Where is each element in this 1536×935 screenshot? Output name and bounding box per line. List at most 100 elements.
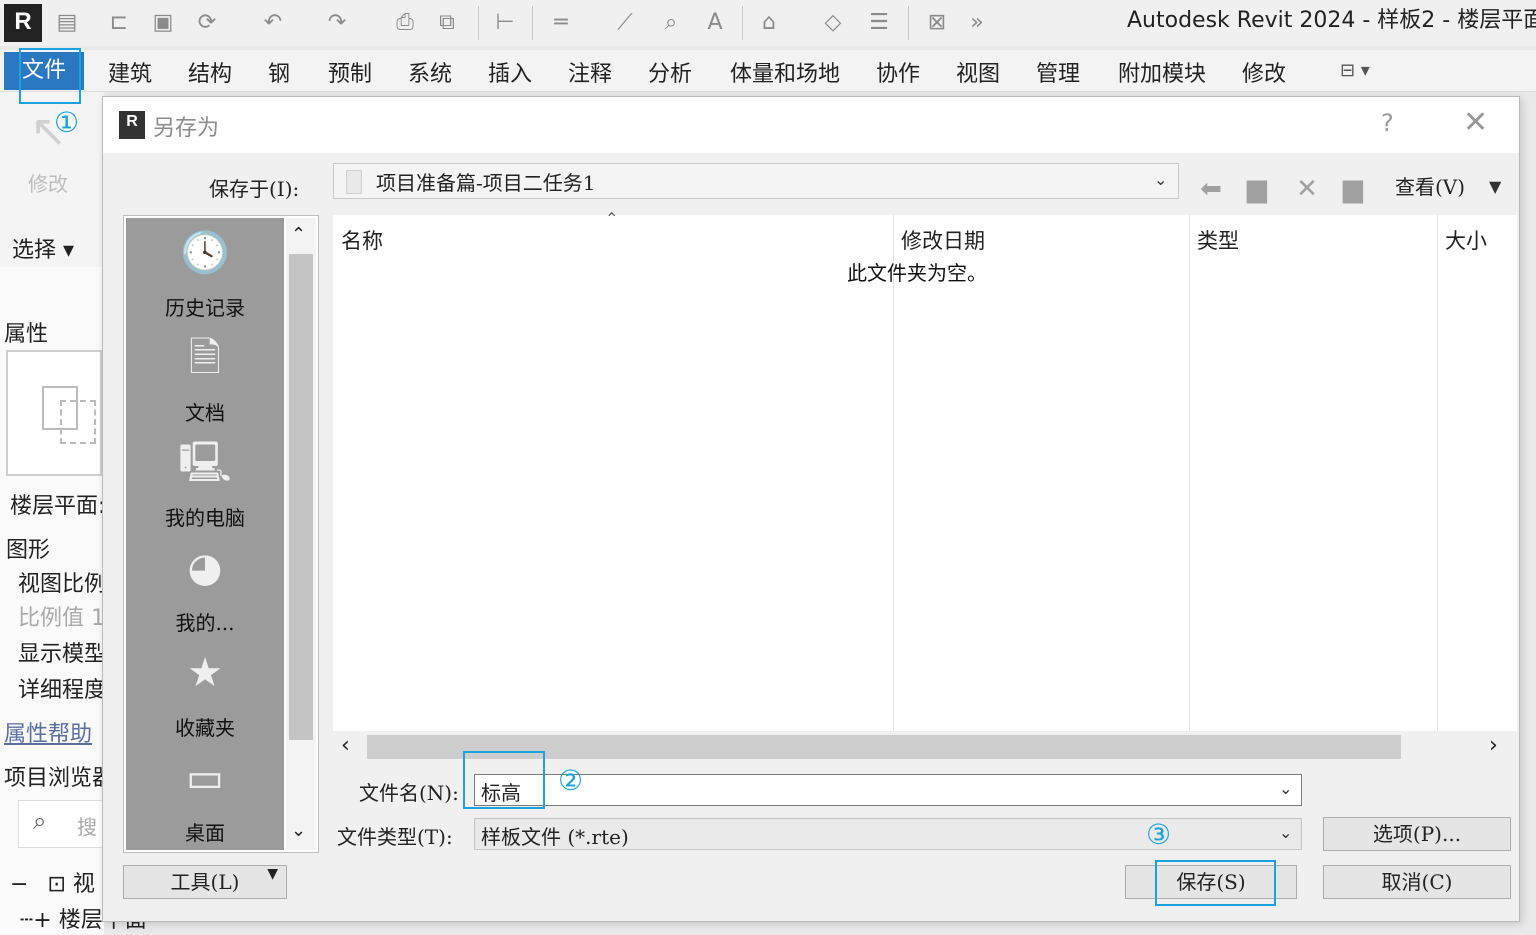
place-my-computer[interactable]: 🖳 我的电脑 xyxy=(126,428,284,533)
view-scale-row[interactable]: 视图比例 xyxy=(18,566,106,598)
folder-icon xyxy=(346,170,362,194)
filetype-dropdown[interactable]: 样板文件 (*.rte) ⌄ xyxy=(474,818,1302,850)
display-model-row[interactable]: 显示模型 xyxy=(18,636,106,668)
up-folder-icon[interactable]: ▆ xyxy=(1239,171,1275,207)
section-icon[interactable]: ◇ xyxy=(818,8,848,38)
tab-architecture[interactable]: 建筑 xyxy=(108,56,152,88)
toolbar-divider xyxy=(908,6,909,40)
select-dropdown[interactable]: 选择 ▾ xyxy=(12,232,74,264)
home-icon[interactable]: ▤ xyxy=(52,8,82,38)
help-icon[interactable]: ? xyxy=(1381,109,1394,137)
place-favorites[interactable]: ★ 收藏夹 xyxy=(126,638,284,743)
export-icon[interactable]: ⧉ xyxy=(432,8,462,38)
3d-view-icon[interactable]: ⌂ xyxy=(754,8,784,38)
highlight-box-1 xyxy=(19,48,81,104)
scroll-up-icon[interactable]: ⌃ xyxy=(291,224,306,245)
scroll-left-icon[interactable]: ‹ xyxy=(341,733,350,758)
undo-icon[interactable]: ↶ xyxy=(258,8,288,38)
close-hidden-icon[interactable]: ⊠ xyxy=(922,8,952,38)
step-1-marker: ① xyxy=(54,106,80,139)
back-icon[interactable]: ⬅ xyxy=(1193,171,1229,207)
favorites-icon: ★ xyxy=(187,650,223,696)
tree-views-node[interactable]: − ⊡ 视 xyxy=(10,866,95,898)
tab-systems[interactable]: 系统 xyxy=(408,56,452,88)
save-icon[interactable]: ▣ xyxy=(148,8,178,38)
filename-label: 文件名(N): xyxy=(359,781,459,805)
scroll-down-icon[interactable]: ⌄ xyxy=(291,820,306,841)
highlight-box-2 xyxy=(463,751,545,809)
revit-logo-icon[interactable]: R xyxy=(4,4,42,42)
close-icon[interactable]: ✕ xyxy=(1463,105,1488,140)
tag-icon[interactable]: ⟋ xyxy=(610,8,640,38)
tab-collaborate[interactable]: 协作 xyxy=(876,56,920,88)
view-dropdown-icon[interactable]: ▼ xyxy=(1489,177,1501,196)
toolbar-divider xyxy=(478,6,479,40)
tab-annotate[interactable]: 注释 xyxy=(568,56,612,88)
revit-file-icon: R xyxy=(119,111,145,139)
highlight-box-3 xyxy=(1155,860,1276,906)
column-size[interactable]: 大小 xyxy=(1445,225,1487,255)
chevron-down-icon[interactable]: ⌄ xyxy=(1154,170,1167,189)
find-icon[interactable]: ⌕ xyxy=(656,8,686,38)
places-scrollbar[interactable]: ⌃ ⌄ xyxy=(286,218,316,850)
options-button[interactable]: 选项(P)... xyxy=(1323,817,1511,851)
column-name[interactable]: 名称 xyxy=(341,225,383,255)
view-menu[interactable]: 查看(V) xyxy=(1395,171,1465,200)
ribbon-toggle-icon[interactable]: ⊟ ▾ xyxy=(1340,60,1370,81)
scroll-thumb[interactable] xyxy=(289,254,313,740)
type-selector[interactable]: 楼层平面: xyxy=(10,488,105,520)
tab-precast[interactable]: 预制 xyxy=(328,56,372,88)
chevron-down-icon[interactable]: ⌄ xyxy=(1279,779,1292,798)
views-icon: ⊡ xyxy=(47,872,66,897)
tab-structure[interactable]: 结构 xyxy=(188,56,232,88)
tab-massing-site[interactable]: 体量和场地 xyxy=(730,56,840,88)
graphics-group[interactable]: 图形 xyxy=(6,532,50,564)
measure-icon[interactable]: ⊢ xyxy=(490,8,520,38)
delete-icon[interactable]: ✕ xyxy=(1289,171,1325,207)
sync-icon[interactable]: ⟳ xyxy=(192,8,222,38)
tab-view[interactable]: 视图 xyxy=(956,56,1000,88)
column-modified[interactable]: 修改日期 xyxy=(901,225,985,255)
column-divider[interactable] xyxy=(893,215,894,763)
redo-icon[interactable]: ↷ xyxy=(322,8,352,38)
dimension-icon[interactable]: ═ xyxy=(546,8,576,38)
column-divider[interactable] xyxy=(1437,215,1438,763)
column-type[interactable]: 类型 xyxy=(1197,225,1239,255)
open-icon[interactable]: ⊏ xyxy=(104,8,134,38)
tools-dropdown-icon[interactable]: ▼ xyxy=(267,866,278,882)
scroll-right-icon[interactable]: › xyxy=(1489,733,1498,758)
step-3-marker: ③ xyxy=(1146,818,1172,851)
detail-level-row[interactable]: 详细程度 xyxy=(18,672,106,704)
column-divider[interactable] xyxy=(1189,215,1190,763)
chevron-down-icon[interactable]: ⌄ xyxy=(1279,823,1292,842)
properties-help-link[interactable]: 属性帮助 xyxy=(4,716,92,748)
place-network[interactable]: ◕ 我的... xyxy=(126,533,284,638)
browser-search-input[interactable]: ⌕ 搜 xyxy=(18,800,104,848)
tools-button[interactable]: 工具(L) ▼ xyxy=(123,865,287,899)
save-in-dropdown[interactable]: 项目准备篇-项目二任务1 ⌄ xyxy=(333,163,1179,199)
tab-analyze[interactable]: 分析 xyxy=(648,56,692,88)
modify-label[interactable]: 修改 xyxy=(28,168,68,197)
place-documents[interactable]: 🗎 文档 xyxy=(126,323,284,428)
tab-addins[interactable]: 附加模块 xyxy=(1118,56,1206,88)
text-icon[interactable]: A xyxy=(700,8,730,38)
place-history[interactable]: 🕓 历史记录 xyxy=(126,218,284,323)
dialog-title: 另存为 xyxy=(153,116,220,141)
tab-insert[interactable]: 插入 xyxy=(488,56,532,88)
search-icon: ⌕ xyxy=(33,807,47,835)
filename-input[interactable]: 标高 ⌄ xyxy=(474,774,1302,806)
tab-steel[interactable]: 钢 xyxy=(268,56,290,88)
desktop-icon: ▭ xyxy=(186,755,224,801)
file-list[interactable]: ⌃ 名称 修改日期 类型 大小 此文件夹为空。 xyxy=(333,209,1517,763)
cancel-button[interactable]: 取消(C) xyxy=(1323,865,1511,899)
tab-modify[interactable]: 修改 xyxy=(1242,56,1286,88)
tab-manage[interactable]: 管理 xyxy=(1036,56,1080,88)
thin-lines-icon[interactable]: ☰ xyxy=(864,8,894,38)
more-icon[interactable]: » xyxy=(962,8,992,38)
new-folder-icon[interactable]: ▆ xyxy=(1335,171,1371,207)
place-desktop[interactable]: ▭ 桌面 xyxy=(126,743,284,848)
expand-icon[interactable]: ┄+ xyxy=(20,908,52,933)
project-browser-title: 项目浏览器 xyxy=(4,766,115,791)
print-icon[interactable]: ⎙ xyxy=(390,8,420,38)
collapse-icon[interactable]: − xyxy=(10,872,28,897)
